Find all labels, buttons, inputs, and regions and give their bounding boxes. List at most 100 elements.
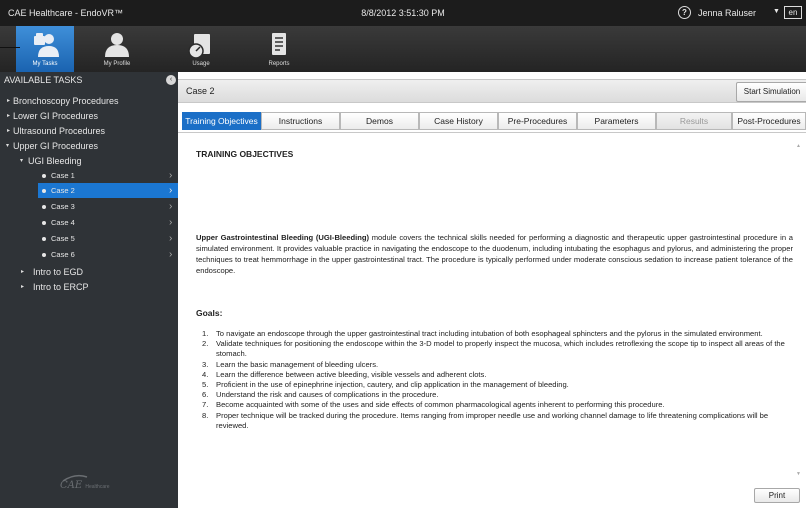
expand-arrow-icon: ▸ <box>7 98 11 104</box>
tree-item-upper-gi[interactable]: ▾ Upper GI Procedures <box>0 139 178 154</box>
case-label: Case 2 <box>51 186 75 195</box>
tab-instructions[interactable]: Instructions <box>261 112 340 130</box>
user-menu-caret-icon[interactable]: ▼ <box>773 8 780 15</box>
tab-bar: Training Objectives Instructions Demos C… <box>182 112 806 132</box>
nav-my-tasks-label: My Tasks <box>32 61 58 67</box>
case-item-1[interactable]: Case 1 › <box>38 168 178 183</box>
nav-usage-label: Usage <box>192 61 210 67</box>
list-item: 8. Proper technique will be tracked durin… <box>202 410 769 430</box>
nav-reports-label: Reports <box>268 61 290 67</box>
case-label: Case 4 <box>51 218 75 227</box>
tree-item-bronchoscopy[interactable]: ▸ Bronchoscopy Procedures <box>0 94 178 109</box>
language-selector[interactable]: en <box>784 6 802 19</box>
nav-reports[interactable]: Reports <box>250 26 308 72</box>
tree-item-intro-ercp[interactable]: ▸ Intro to ERCP <box>0 280 178 295</box>
bullet-icon <box>42 189 46 193</box>
scroll-down-icon[interactable]: ▼ <box>796 471 801 477</box>
help-icon[interactable]: ? <box>678 6 691 19</box>
list-item: 6. Understand the risk and causes of comp… <box>202 390 439 400</box>
title-bar: CAE Healthcare - EndoVR™ 8/8/2012 3:51:3… <box>0 0 806 26</box>
case-item-4[interactable]: Case 4 › <box>38 215 178 230</box>
nav-my-tasks[interactable]: My Tasks <box>16 26 74 72</box>
training-objectives-content[interactable]: TRAINING OBJECTIVES ▲ Upper Gastrointest… <box>178 132 806 508</box>
goal-text: Learn the basic management of bleeding u… <box>216 359 379 369</box>
tab-parameters[interactable]: Parameters <box>577 112 656 130</box>
section-title: TRAINING OBJECTIVES <box>196 149 294 159</box>
tree-item-label: Intro to ERCP <box>33 282 89 292</box>
chevron-right-icon: › <box>169 233 173 244</box>
expand-arrow-icon: ▸ <box>21 269 25 275</box>
tab-post-procedures[interactable]: Post-Procedures <box>732 112 806 130</box>
usage-icon <box>172 32 230 58</box>
tab-training-objectives[interactable]: Training Objectives <box>182 112 261 130</box>
top-nav: My Tasks My Profile Usage Reports <box>0 26 806 72</box>
list-item: 1. To navigate an endoscope through the u… <box>202 329 763 338</box>
tree-item-label: Lower GI Procedures <box>13 111 99 121</box>
expand-arrow-icon: ▸ <box>7 113 11 119</box>
tree-item-label: Intro to EGD <box>33 267 84 277</box>
goals-title: Goals: <box>196 308 223 318</box>
scroll-up-icon[interactable]: ▲ <box>796 143 801 149</box>
case-item-5[interactable]: Case 5 › <box>38 231 178 246</box>
goal-text: Validate techniques for positioning the … <box>216 339 785 359</box>
chevron-right-icon: › <box>169 185 173 196</box>
tree-item-label: Ultrasound Procedures <box>13 126 106 136</box>
case-item-3[interactable]: Case 3 › <box>38 199 178 214</box>
goal-text: Proper technique will be tracked during … <box>216 410 769 430</box>
bullet-icon <box>42 253 46 257</box>
tree-item-intro-egd[interactable]: ▸ Intro to EGD <box>0 265 178 280</box>
tree-item-label: UGI Bleeding <box>28 156 82 166</box>
print-button[interactable]: Print <box>754 488 800 503</box>
goal-text: Proficient in the use of epinephrine inj… <box>216 380 569 390</box>
collapse-sidebar-icon[interactable]: ‹ <box>166 75 176 85</box>
case-label: Case 3 <box>51 202 75 211</box>
chevron-right-icon: › <box>169 170 173 181</box>
user-menu[interactable]: Jenna Raluser <box>698 8 756 18</box>
list-item: 3. Learn the basic management of bleeding… <box>202 359 379 369</box>
case-label: Case 1 <box>51 171 75 180</box>
bullet-icon <box>42 221 46 225</box>
expand-arrow-icon: ▸ <box>7 128 11 134</box>
cae-logo-subtext: Healthcare <box>85 484 110 490</box>
tree-item-label: Upper GI Procedures <box>13 141 99 151</box>
chevron-right-icon: › <box>169 249 173 260</box>
goal-text: Understand the risk and causes of compli… <box>216 390 439 400</box>
reports-icon <box>250 32 308 58</box>
nav-usage[interactable]: Usage <box>172 26 230 72</box>
intro-bold: Upper Gastrointestinal Bleeding (UGI-Ble… <box>196 233 370 242</box>
tree-item-ultrasound[interactable]: ▸ Ultrasound Procedures <box>0 124 178 139</box>
nav-my-profile-label: My Profile <box>103 61 131 67</box>
case-item-6[interactable]: Case 6 › <box>38 247 178 262</box>
case-item-2[interactable]: Case 2 › <box>38 183 178 198</box>
tab-pre-procedures[interactable]: Pre-Procedures <box>498 112 577 130</box>
bullet-icon <box>42 237 46 241</box>
tab-case-history[interactable]: Case History <box>419 112 498 130</box>
bullet-icon <box>42 205 46 209</box>
case-label: Case 5 <box>51 234 75 243</box>
tree-item-lower-gi[interactable]: ▸ Lower GI Procedures <box>0 109 178 124</box>
my-profile-icon <box>88 32 146 58</box>
start-simulation-button[interactable]: Start Simulation <box>736 82 806 102</box>
chevron-right-icon: › <box>169 217 173 228</box>
case-label: Case 6 <box>51 250 75 259</box>
pointer-line <box>0 47 20 48</box>
case-header: Case 2 Start Simulation <box>178 79 806 103</box>
expand-arrow-icon: ▸ <box>21 284 25 290</box>
main-panel: Case 2 Start Simulation Training Objecti… <box>178 72 806 508</box>
list-item: 5. Proficient in the use of epinephrine i… <box>202 380 569 390</box>
bullet-icon <box>42 174 46 178</box>
list-item: 7. Become acquainted with some of the use… <box>202 400 665 410</box>
chevron-right-icon: › <box>169 201 173 212</box>
cae-logo: CAE Healthcare <box>60 480 110 491</box>
goals-list: 1. To navigate an endoscope through the u… <box>196 329 796 431</box>
nav-my-profile[interactable]: My Profile <box>88 26 146 72</box>
list-item: 4. Learn the difference between active bl… <box>202 369 487 379</box>
tree-item-ugi-bleeding[interactable]: ▾ UGI Bleeding <box>0 154 178 169</box>
goal-text: To navigate an endoscope through the upp… <box>216 329 763 338</box>
my-tasks-icon <box>16 32 74 58</box>
tab-results: Results <box>656 112 732 130</box>
tab-demos[interactable]: Demos <box>340 112 419 130</box>
goal-text: Learn the difference between active blee… <box>216 369 487 379</box>
sidebar: AVAILABLE TASKS ‹ ▸ Bronchoscopy Procedu… <box>0 72 178 508</box>
goal-text: Become acquainted with some of the uses … <box>216 400 665 410</box>
